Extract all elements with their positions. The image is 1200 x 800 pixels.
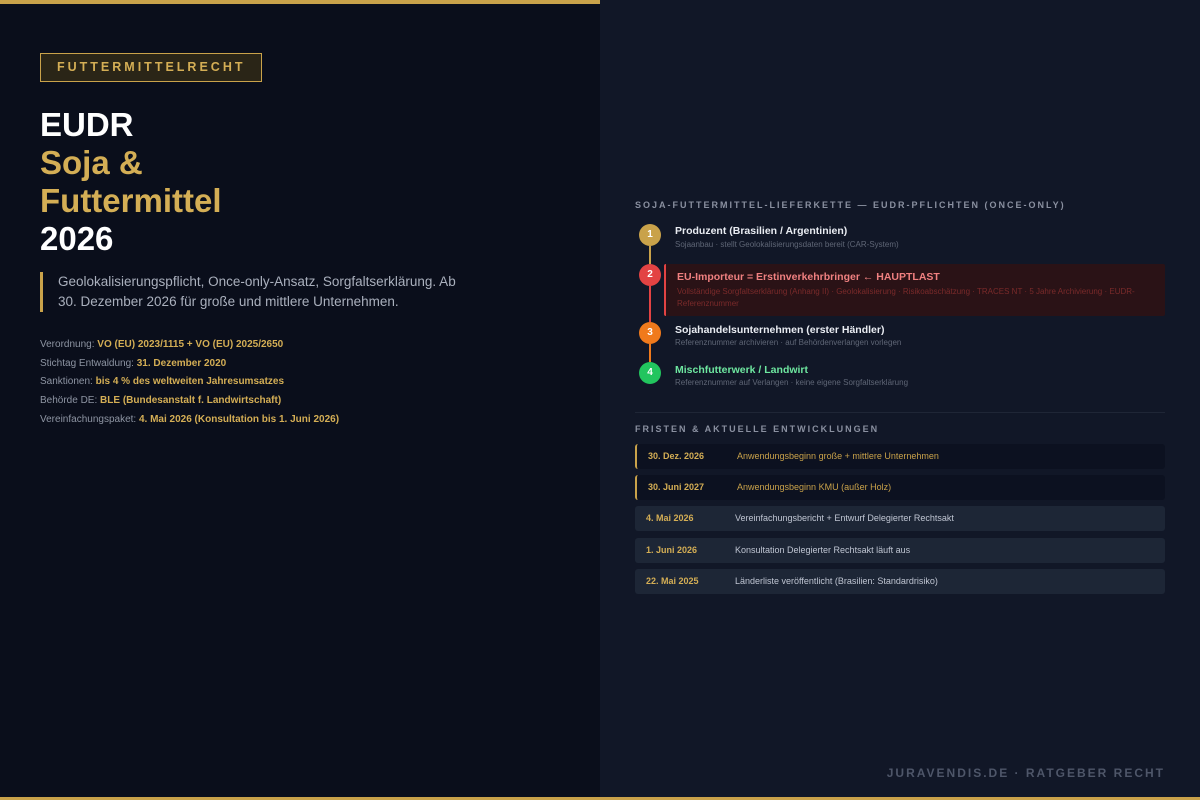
deadline-date: 22. Mai 2025 [646,576,699,586]
step-description: Referenznummer archivieren · auf Behörde… [675,338,902,347]
supply-chain-title: SOJA-FUTTERMITTEL-LIEFERKETTE — EUDR-PFL… [635,200,1066,210]
fact-value: BLE (Bundesanstalt f. Landwirtschaft) [100,395,282,407]
fact-item: Vereinfachungspaket: 4. Mai 2026 (Konsul… [40,411,339,430]
step-name: Sojahandelsunternehmen (erster Händler) [675,324,885,336]
fact-item: Sanktionen: bis 4 % des weltweiten Jahre… [40,373,339,392]
footer-brand: JURAVENDIS.DE · RATGEBER RECHT [886,766,1165,780]
deadline-date: 4. Mai 2026 [646,513,694,523]
deadline-row: 22. Mai 2025 Länderliste veröffentlicht … [635,569,1165,594]
deadlines-title: FRISTEN & AKTUELLE ENTWICKLUNGEN [635,424,880,434]
fact-value: 31. Dezember 2020 [136,357,227,369]
step-name: Produzent (Brasilien / Argentinien) [675,225,848,237]
step-number-badge: 2 [639,264,661,286]
deadline-row: 1. Juni 2026 Konsultation Delegierter Re… [635,538,1165,563]
right-panel: SOJA-FUTTERMITTEL-LIEFERKETTE — EUDR-PFL… [600,0,1200,800]
step-number-badge: 1 [639,224,661,246]
fact-item: Stichtag Entwaldung: 31. Dezember 2020 [40,355,339,374]
deadline-text: Konsultation Delegierter Rechtsakt läuft… [735,545,911,555]
deadline-text: Anwendungsbeginn große + mittlere Untern… [737,451,939,461]
deadline-text: Vereinfachungsbericht + Entwurf Delegier… [735,513,954,523]
step-description: Vollständige Sorgfaltserklärung (Anhang … [677,287,1135,308]
title-line-1: EUDR [40,106,134,143]
chain-connector [649,344,651,362]
step-description: Sojaanbau · stellt Geolokalisierungsdate… [675,240,899,249]
fact-value: VO (EU) 2023/1115 + VO (EU) 2025/2650 [97,339,284,350]
page-title: EUDR Soja & Futtermittel 2026 [40,106,222,258]
fact-label: Vereinfachungspaket: [40,413,137,425]
fact-label: Sanktionen: [40,376,93,388]
left-panel: FUTTERMITTELRECHT EUDR Soja & Futtermitt… [0,0,600,800]
title-line-3: Futtermittel [40,182,222,219]
fact-value: bis 4 % des weltweiten Jahresumsatzes [95,376,285,388]
fact-label: Stichtag Entwaldung: [40,357,134,369]
title-line-2: Soja & [40,144,143,181]
deadline-row: 30. Dez. 2026 Anwendungsbeginn große + m… [635,444,1165,469]
deadline-text: Länderliste veröffentlicht (Brasilien: S… [735,576,938,586]
deadline-row: 30. Juni 2027 Anwendungsbeginn KMU (auße… [635,475,1165,500]
deadline-date: 30. Dez. 2026 [648,451,705,461]
fact-item: Verordnung: VO (EU) 2023/1115 + VO (EU) … [40,336,339,355]
lead-text: Geolokalisierungspflicht, Once-only-Ansa… [40,272,470,312]
step-name: EU-Importeur = Erstinverkehrbringer ← HA… [677,271,940,283]
deadline-date: 30. Juni 2027 [648,482,705,492]
step-description: Referenznummer auf Verlangen · keine eig… [675,378,909,387]
step-number-badge: 4 [639,362,661,384]
section-divider [635,412,1165,413]
step-name: Mischfutterwerk / Landwirt [675,364,809,376]
fact-item: Behörde DE: BLE (Bundesanstalt f. Landwi… [40,392,339,411]
title-line-4: 2026 [40,220,114,257]
top-accent-bar [0,0,600,4]
chain-connector [649,286,651,322]
chain-connector [649,246,651,264]
facts-list: Verordnung: VO (EU) 2023/1115 + VO (EU) … [40,336,339,430]
deadline-date: 1. Juni 2026 [646,545,698,555]
deadline-text: Anwendungsbeginn KMU (außer Holz) [737,482,892,492]
deadline-row: 4. Mai 2026 Vereinfachungsbericht + Entw… [635,506,1165,531]
fact-value: 4. Mai 2026 (Konsultation bis 1. Juni 20… [138,413,340,425]
step-number-badge: 3 [639,322,661,344]
fact-label: Behörde DE: [40,395,98,407]
fact-label: Verordnung: [40,339,95,350]
category-tag: FUTTERMITTELRECHT [40,53,263,82]
